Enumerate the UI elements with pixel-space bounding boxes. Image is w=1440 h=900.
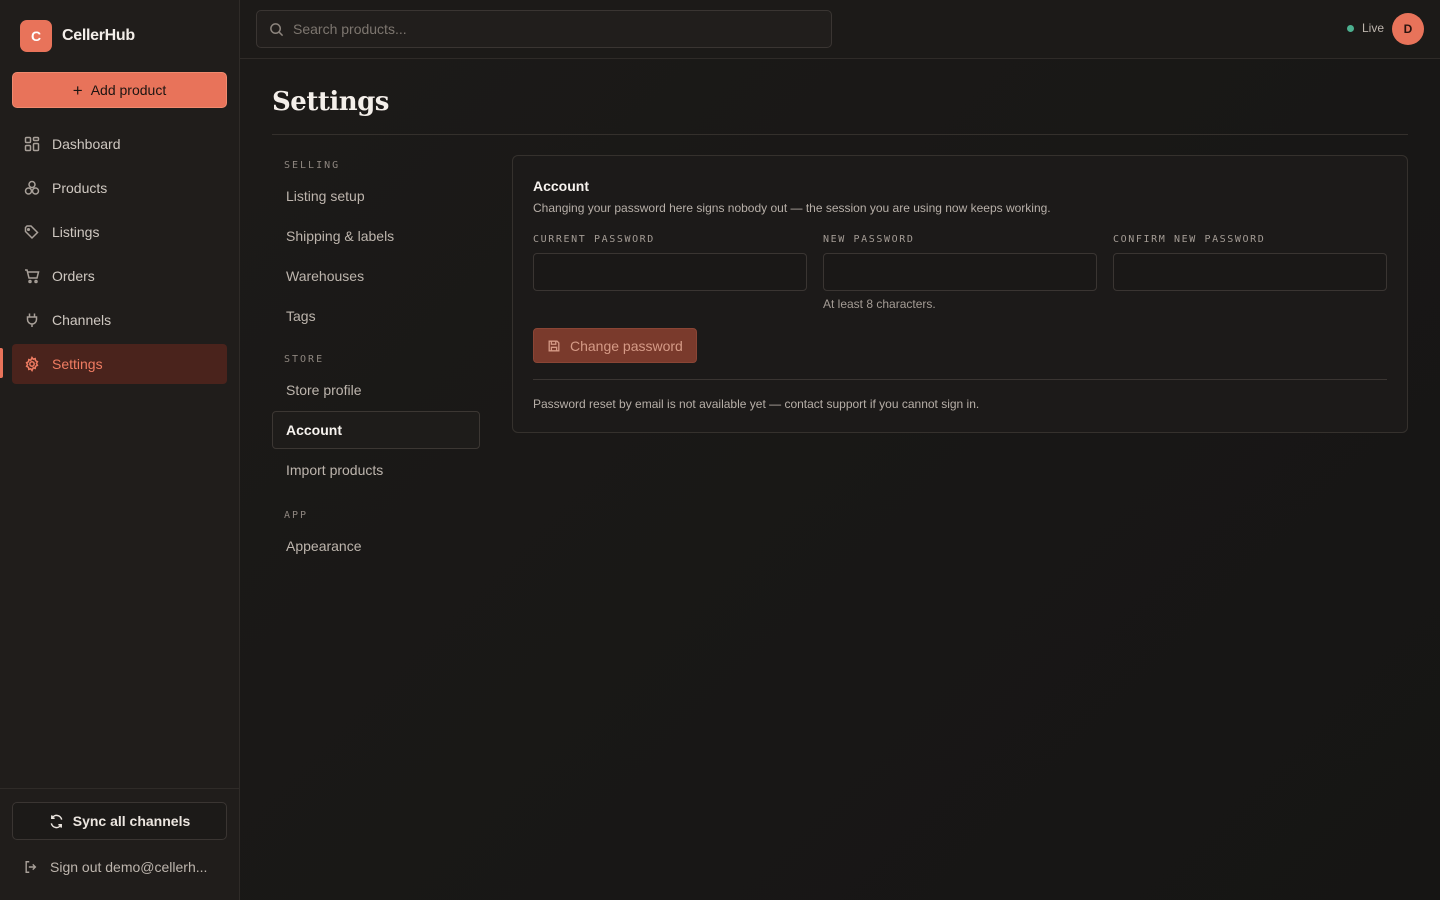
brand[interactable]: C CellerHub [20,20,135,52]
password-reset-note: Password reset by email is not available… [533,397,980,411]
subnav-item-listing-setup[interactable]: Listing setup [272,177,480,215]
account-card-description: Changing your password here signs nobody… [533,201,1051,215]
sidebar: C CellerHub + Add product Dashboard Prod… [0,0,240,900]
subnav-item-tags[interactable]: Tags [272,297,480,335]
live-status-dot [1346,24,1354,32]
current-password-label: CURRENT PASSWORD [533,234,655,245]
products-icon [24,180,40,195]
change-password-label: Change password [570,337,683,354]
divider [533,379,1387,380]
live-status-label: Live [1361,21,1384,35]
sidebar-item-label: Settings [52,356,103,372]
sidebar-item-orders[interactable]: Orders [12,256,227,296]
subnav-heading-store: STORE [284,354,325,365]
new-password-input[interactable] [823,253,1097,291]
subnav-heading-app: APP [284,510,309,521]
current-password-input[interactable] [533,253,807,291]
sidebar-footer: Sync all channels Sign out demo@cellerh.… [0,788,240,900]
subnav-item-account[interactable]: Account [272,411,480,449]
sidebar-nav: Dashboard Products Listings Orders Chann… [12,124,227,388]
new-password-label: NEW PASSWORD [823,234,915,245]
active-indicator [0,348,3,378]
search-box[interactable] [256,10,832,48]
subnav-item-shipping-labels[interactable]: Shipping & labels [272,217,480,255]
subnav-item-warehouses[interactable]: Warehouses [272,257,480,295]
sign-out-label: Sign out demo@cellerh... [50,859,208,875]
add-product-button[interactable]: + Add product [12,72,227,108]
search-icon [270,22,284,36]
sidebar-item-channels[interactable]: Channels [12,300,227,340]
tag-icon [24,225,39,240]
gear-icon [25,356,39,372]
confirm-password-label: CONFIRM NEW PASSWORD [1113,234,1266,245]
search-input[interactable] [293,21,813,37]
sidebar-item-settings[interactable]: Settings [12,344,227,384]
live-status: Live [1346,21,1384,35]
new-password-hint: At least 8 characters. [823,297,936,311]
brand-name: CellerHub [62,27,135,44]
account-card: Account Changing your password here sign… [512,155,1408,433]
brand-logo: C [20,20,52,52]
avatar[interactable]: D [1392,13,1424,45]
sidebar-item-label: Channels [52,312,112,328]
sync-all-channels-button[interactable]: Sync all channels [12,802,227,840]
save-icon [548,340,560,351]
subnav-heading-selling: SELLING [284,160,341,171]
new-password-field: NEW PASSWORD At least 8 characters. [823,234,1097,311]
page-title: Settings [272,87,389,117]
sidebar-item-products[interactable]: Products [12,168,227,208]
topbar: Live D [240,0,1440,59]
current-password-field: CURRENT PASSWORD [533,234,807,291]
sidebar-item-label: Listings [52,224,100,240]
subnav-item-store-profile[interactable]: Store profile [272,371,480,409]
settings-subnav: SELLING Listing setup Shipping & labels … [272,155,480,567]
sidebar-item-label: Dashboard [52,136,121,152]
main-content: Settings SELLING Listing setup Shipping … [240,59,1440,900]
confirm-password-field: CONFIRM NEW PASSWORD [1113,234,1387,291]
sign-out-link[interactable]: Sign out demo@cellerh... [24,859,207,875]
account-card-title: Account [533,178,589,194]
dashboard-icon [24,136,40,152]
plus-icon: + [72,80,83,100]
sidebar-item-listings[interactable]: Listings [12,212,227,252]
sign-out-icon [25,861,37,873]
subnav-item-appearance[interactable]: Appearance [272,527,480,565]
sync-label: Sync all channels [72,813,191,829]
sidebar-item-label: Orders [52,268,95,284]
cart-icon [25,269,40,284]
confirm-password-input[interactable] [1113,253,1387,291]
subnav-item-import-products[interactable]: Import products [272,451,480,489]
add-product-label: Add product [90,82,167,98]
divider [272,134,1408,135]
change-password-button[interactable]: Change password [533,328,697,363]
plug-icon [26,313,38,327]
sidebar-item-dashboard[interactable]: Dashboard [12,124,227,164]
refresh-icon [50,814,63,828]
sidebar-item-label: Products [52,180,108,196]
